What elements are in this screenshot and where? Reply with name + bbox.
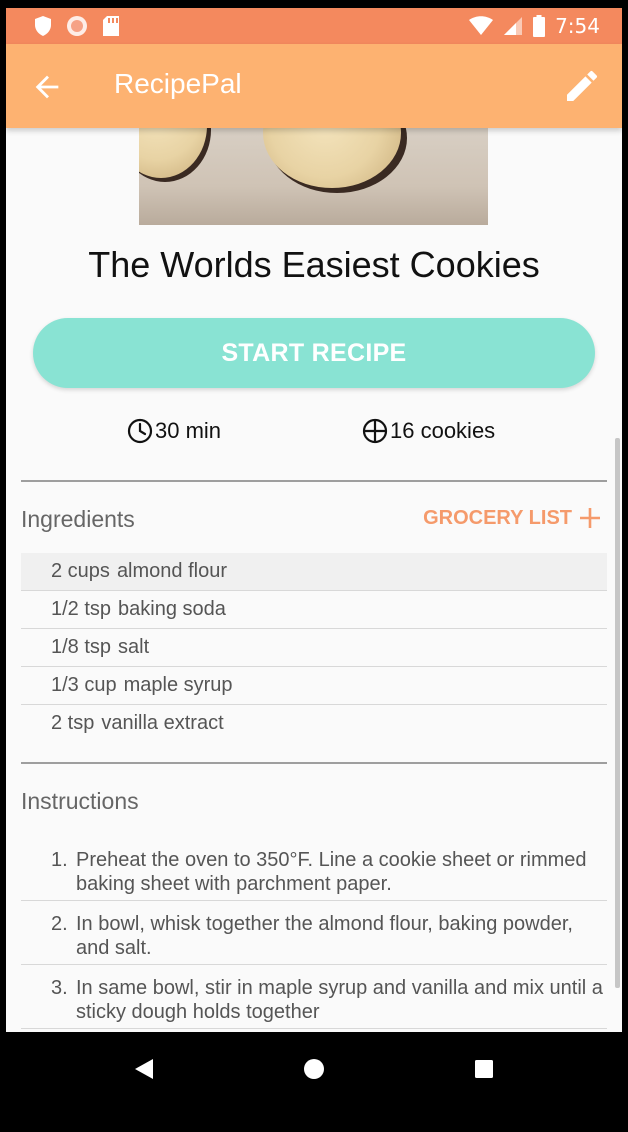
ingredient-quantity: 1/2 tsp bbox=[51, 598, 112, 620]
instruction-step[interactable]: 3. In same bowl, stir in maple syrup and… bbox=[21, 965, 607, 1029]
wifi-icon bbox=[469, 16, 494, 35]
step-number: 3. bbox=[51, 977, 68, 999]
step-text: In same bowl, stir in maple syrup and va… bbox=[76, 977, 603, 1023]
battery-icon bbox=[533, 15, 546, 37]
clock-icon bbox=[127, 418, 153, 444]
status-notifications bbox=[34, 15, 120, 37]
ingredient-name: vanilla extract bbox=[101, 712, 224, 734]
ingredient-row[interactable]: 1/8 tsp salt bbox=[21, 629, 607, 667]
recipe-title: The Worlds Easiest Cookies bbox=[88, 244, 540, 285]
circle-notification-icon bbox=[67, 16, 87, 36]
cell-signal-icon bbox=[504, 17, 523, 35]
navigation-bar bbox=[0, 1032, 628, 1132]
ingredient-row[interactable]: 1/2 tsp baking soda bbox=[21, 591, 607, 629]
ingredient-name: baking soda bbox=[118, 598, 226, 620]
app-screen: 7:54 RecipePal The Worlds Easiest Cookie… bbox=[6, 8, 622, 1032]
start-recipe-button[interactable]: START RECIPE bbox=[33, 318, 595, 388]
step-number: 1. bbox=[51, 849, 68, 871]
grocery-list-label: GROCERY LIST bbox=[423, 506, 572, 529]
scrollbar[interactable] bbox=[615, 438, 620, 988]
ingredients-header: Ingredients bbox=[21, 506, 135, 532]
ingredient-list: 2 cups almond flour 1/2 tsp baking soda … bbox=[21, 553, 607, 742]
recipe-yield: 16 cookies bbox=[362, 418, 495, 444]
app-bar: RecipePal bbox=[6, 44, 622, 128]
ingredient-row[interactable]: 2 tsp vanilla extract bbox=[21, 705, 607, 742]
recipe-detail: The Worlds Easiest Cookies START RECIPE … bbox=[6, 128, 622, 1032]
pencil-icon[interactable] bbox=[562, 66, 602, 106]
home-circle-icon[interactable] bbox=[303, 1058, 325, 1080]
step-number: 2. bbox=[51, 913, 68, 935]
ingredient-name: salt bbox=[118, 636, 150, 658]
instruction-list: 1. Preheat the oven to 350°F. Line a coo… bbox=[21, 846, 607, 1029]
recents-square-icon[interactable] bbox=[474, 1058, 494, 1080]
ingredient-quantity: 1/3 cup bbox=[51, 674, 117, 696]
divider bbox=[21, 762, 607, 764]
status-bar: 7:54 bbox=[6, 8, 622, 44]
instruction-step[interactable]: 2. In bowl, whisk together the almond fl… bbox=[21, 901, 607, 965]
cook-time: 30 min bbox=[127, 418, 221, 444]
sd-card-icon bbox=[103, 16, 119, 36]
ingredient-quantity: 2 tsp bbox=[51, 712, 95, 734]
step-text: In bowl, whisk together the almond flour… bbox=[76, 913, 573, 959]
ingredient-name: almond flour bbox=[116, 560, 227, 582]
servings-icon bbox=[362, 418, 388, 444]
step-text: Preheat the oven to 350°F. Line a cookie… bbox=[76, 849, 587, 895]
app-title: RecipePal bbox=[114, 68, 242, 99]
status-time: 7:54 bbox=[555, 14, 600, 38]
instruction-step[interactable]: 1. Preheat the oven to 350°F. Line a coo… bbox=[21, 846, 607, 901]
plus-icon bbox=[580, 508, 600, 528]
instructions-header: Instructions bbox=[21, 788, 139, 814]
shield-icon bbox=[35, 16, 51, 36]
divider bbox=[21, 480, 607, 482]
ingredient-quantity: 1/8 tsp bbox=[51, 636, 112, 658]
cook-time-label: 30 min bbox=[155, 418, 222, 443]
status-system: 7:54 bbox=[469, 14, 600, 38]
ingredient-row[interactable]: 1/3 cup maple syrup bbox=[21, 667, 607, 705]
grocery-list-button[interactable]: GROCERY LIST bbox=[423, 506, 602, 530]
back-triangle-icon[interactable] bbox=[133, 1058, 155, 1080]
recipe-photo bbox=[139, 128, 488, 225]
arrow-left-icon[interactable] bbox=[30, 70, 64, 104]
ingredient-quantity: 2 cups bbox=[51, 560, 110, 582]
ingredient-row[interactable]: 2 cups almond flour bbox=[21, 553, 607, 591]
ingredient-name: maple syrup bbox=[123, 674, 233, 696]
recipe-yield-label: 16 cookies bbox=[390, 418, 496, 443]
